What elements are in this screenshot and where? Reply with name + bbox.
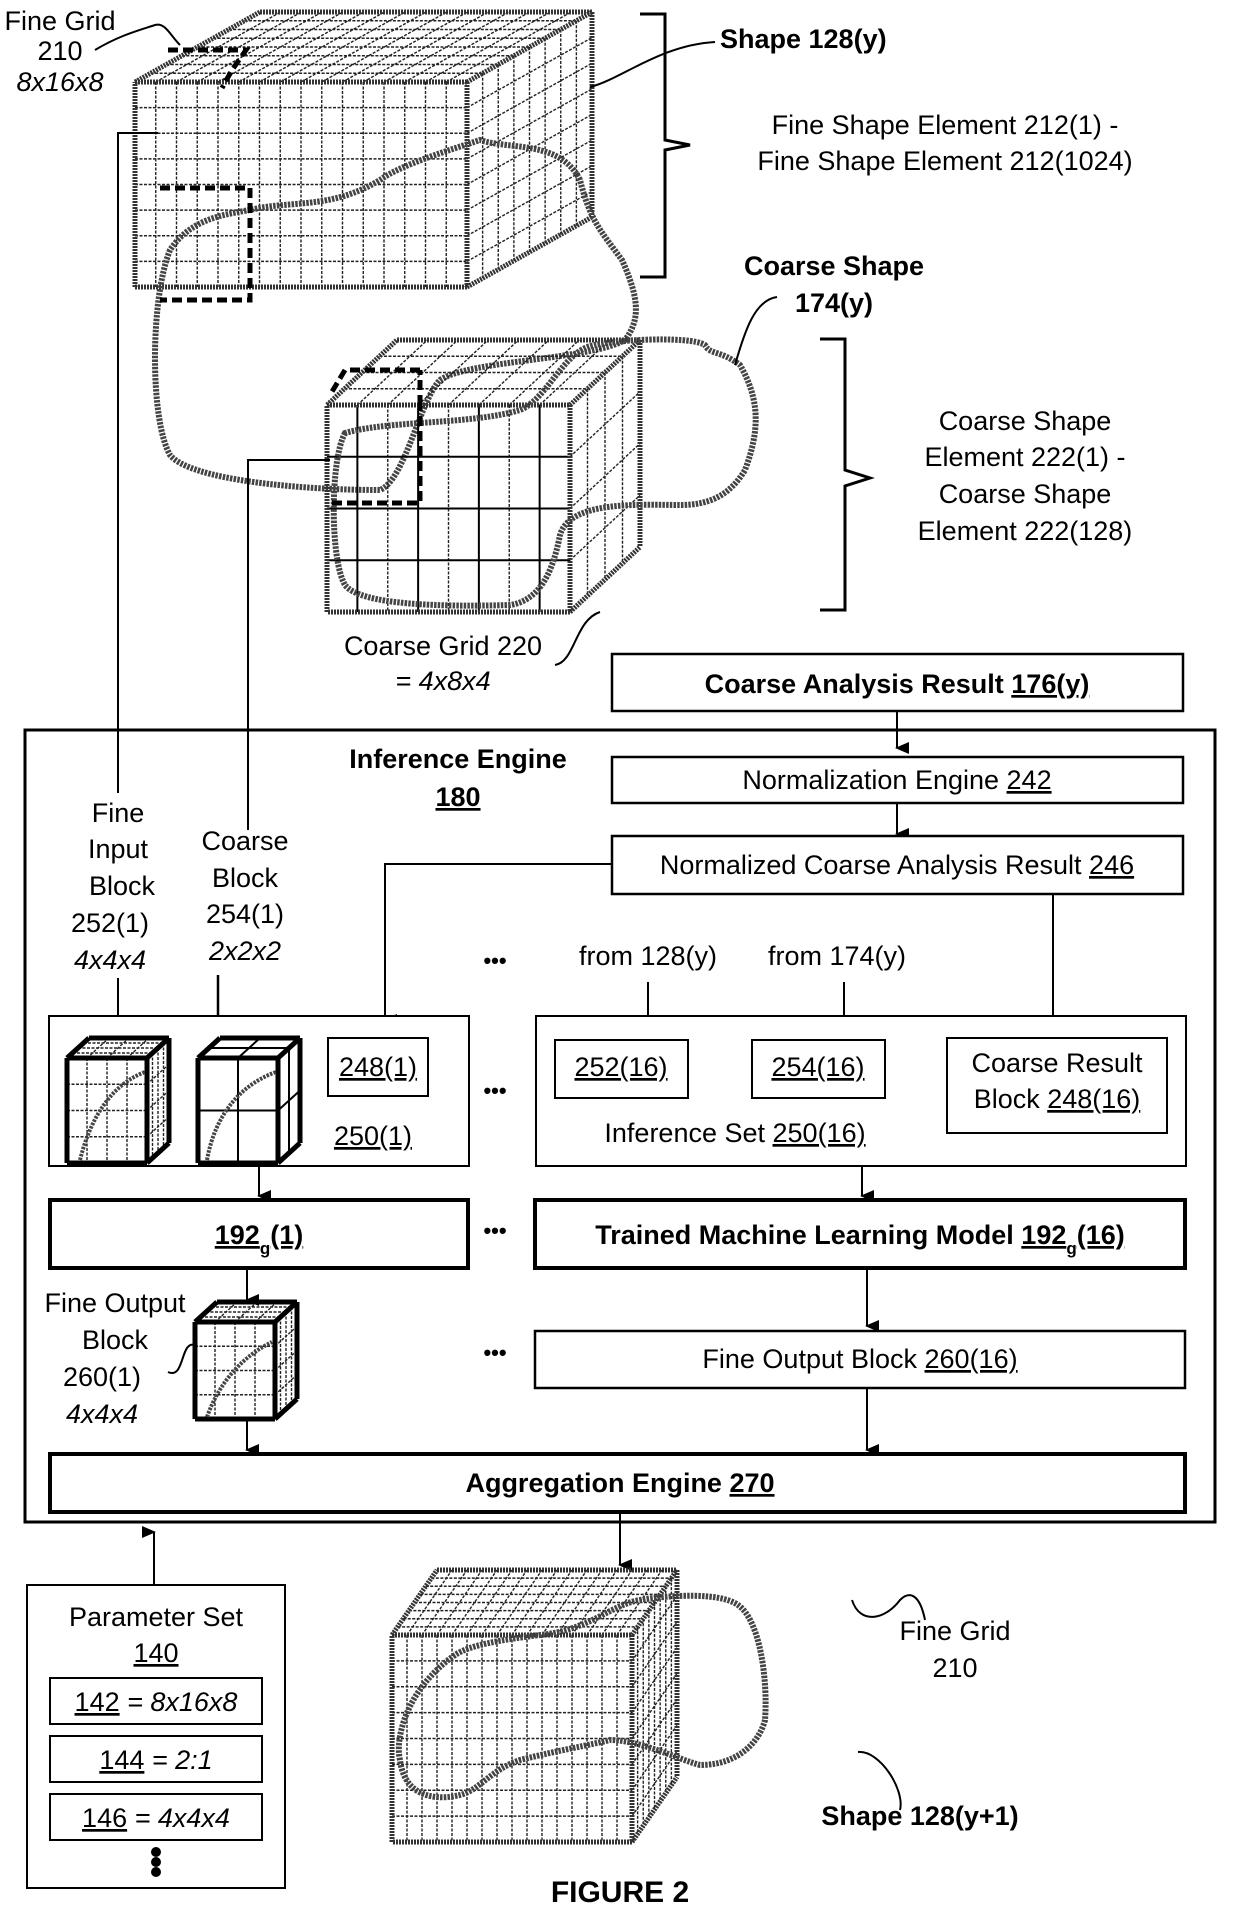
normalized-coarse-result-box: Normalized Coarse Analysis Result 246 [610, 834, 1185, 896]
ellipsis-from: ••• [483, 948, 506, 973]
arrow-normalized-to-248-1 [383, 863, 612, 1026]
ellipsis-sets: ••• [483, 1078, 506, 1103]
grid-line [274, 1325, 298, 1347]
parameter-set-title: Parameter Set [69, 1602, 244, 1632]
shape-128y1-label: Shape 128(y+1) [821, 1801, 1018, 1831]
svg-text:142 = 8x16x8: 142 = 8x16x8 [75, 1687, 238, 1717]
fine-elements-label-1: Fine Shape Element 212(1) - [772, 110, 1119, 140]
box-edge [629, 1775, 680, 1844]
coarse-block-label-2: Block [212, 863, 279, 893]
fine-grid-bottom-label-1: Fine Grid [899, 1616, 1010, 1646]
coarse-elements-label-4: Element 222(128) [918, 516, 1133, 546]
coarse-grid-label-1: Coarse Grid 220 [344, 631, 542, 661]
parameter-set-ref: 140 [133, 1638, 178, 1668]
inference-engine-title: Inference Engine [349, 744, 567, 774]
aggregation-engine-box: Aggregation Engine 270 [48, 1452, 1187, 1514]
coarse-elements-brace [820, 337, 875, 612]
inference-set-250-16-label: Inference Set 250(16) [604, 1118, 865, 1148]
parameter-144: 144 = 2:1 [49, 1735, 263, 1783]
coarse-block-label-3: 254(1) [206, 899, 284, 929]
coarse-result-block-16-line1: Coarse Result [971, 1048, 1143, 1078]
ellipsis-outputs: ••• [483, 1340, 506, 1365]
coarse-result-block-16-line2: Block 248(16) [974, 1084, 1141, 1114]
fine-elements-label-2: Fine Shape Element 212(1024) [757, 146, 1132, 176]
fine-grid-top-dims: 8x16x8 [16, 67, 103, 97]
coarse-shape-callout [734, 296, 778, 366]
fine-grid-bottom: Fine Grid 210 Shape 128(y+1) [389, 1567, 1019, 1845]
from-174y-label: from 174(y) [768, 941, 906, 971]
fine-output-16-label: Fine Output Block 260(16) [702, 1344, 1017, 1374]
figure-2-diagram: Fine Grid 210 8x16x8 Shape 128(y) Fine S… [4, 6, 1217, 1909]
ml-model-16-box: Trained Machine Learning Model 192g(16) [533, 1198, 1187, 1270]
fine-grid-bottom-mesh [389, 1567, 680, 1845]
fine-input-252-16: 252(16) [574, 1052, 667, 1082]
coarse-elements-label-1: Coarse Shape [939, 406, 1112, 436]
parameter-146: 146 = 4x4x4 [49, 1793, 263, 1841]
vertical-ellipsis-dot [151, 1847, 161, 1857]
from-128y-label: from 128(y) [579, 941, 717, 971]
coarse-shape-label-1: Coarse Shape [744, 251, 924, 281]
box-edge [568, 545, 642, 614]
vertical-ellipsis-dot [151, 1867, 161, 1877]
coarse-analysis-result-box: Coarse Analysis Result 176(y) [610, 652, 1185, 713]
fine-grid-top-label-2: 210 [37, 36, 82, 66]
coarse-block-label-1: Coarse [201, 826, 288, 856]
fine-input-label-1: Fine [92, 798, 145, 828]
parameter-142: 142 = 8x16x8 [49, 1677, 263, 1725]
fine-output-block-1-cube [192, 1299, 300, 1422]
inference-engine-ref: 180 [435, 782, 480, 812]
vertical-ellipsis-dot [151, 1857, 161, 1867]
shape-128y1-outline [395, 1592, 769, 1801]
fine-grid-bottom-label-2: 210 [932, 1653, 977, 1683]
parameter-set-box: Parameter Set 140 142 = 8x16x8 144 = 2:1… [26, 1584, 286, 1889]
fine-output-1-label-1: Fine Output [44, 1288, 186, 1318]
aggregation-engine-label: Aggregation Engine 270 [465, 1468, 774, 1498]
fine-grid-top-label-1: Fine Grid [4, 6, 115, 36]
box-edge [193, 1300, 219, 1324]
shape-128y-callout [589, 41, 716, 88]
shape-128y-label: Shape 128(y) [720, 24, 887, 54]
fine-input-label-4: 252(1) [71, 908, 149, 938]
coarse-block-254-16: 254(16) [771, 1052, 864, 1082]
coarse-grid-callout [554, 611, 601, 666]
coarse-elements-label-2: Element 222(1) - [924, 442, 1125, 472]
fine-input-dims: 4x4x4 [74, 945, 146, 975]
fine-output-1-dims: 4x4x4 [66, 1399, 138, 1429]
inference-set-1: 248(1) 250(1) [48, 1015, 470, 1167]
fine-output-16-box: Fine Output Block 260(16) [533, 1329, 1187, 1390]
fine-input-label-3: Block [89, 871, 156, 901]
coarse-elements-label-3: Coarse Shape [939, 479, 1112, 509]
inference-set-250-1-ref: 250(1) [334, 1121, 412, 1151]
fine-elements-brace [640, 12, 691, 279]
coarse-block-dims: 2x2x2 [208, 936, 281, 966]
svg-text:144 = 2:1: 144 = 2:1 [99, 1745, 212, 1775]
coarse-grid: Coarse Shape 174(y) Coarse Shape Element… [324, 251, 1133, 696]
coarse-grid-mesh [324, 337, 643, 615]
fine-grid-to-fine-input-line [117, 132, 158, 793]
shape-curve [205, 1340, 273, 1418]
coarse-result-248-1: 248(1) [339, 1052, 417, 1082]
normalization-engine-box: Normalization Engine 242 [610, 755, 1185, 805]
coarse-shape-label-2: 174(y) [795, 288, 873, 318]
figure-caption: FIGURE 2 [551, 1876, 689, 1909]
coarse-grid-label-2: = 4x8x4 [395, 666, 490, 696]
ml-model-1-box: 192g(1) [48, 1198, 470, 1270]
normalization-engine-label: Normalization Engine 242 [742, 765, 1051, 795]
ellipsis-models: ••• [483, 1218, 506, 1243]
fine-input-label-2: Input [88, 834, 149, 864]
fine-output-1-label-2: Block [82, 1325, 149, 1355]
fine-output-1-label-3: 260(1) [63, 1362, 141, 1392]
inference-set-16: 252(16) 254(16) Coarse Result Block 248(… [535, 1015, 1187, 1167]
fine-output-1-callout [167, 1343, 196, 1375]
shape-128y-outline [152, 136, 639, 494]
svg-text:146 = 4x4x4: 146 = 4x4x4 [82, 1803, 230, 1833]
coarse-analysis-result-label: Coarse Analysis Result 176(y) [705, 669, 1090, 699]
normalized-coarse-result-label: Normalized Coarse Analysis Result 246 [660, 850, 1134, 880]
coarse-grid-to-coarse-block-line [247, 459, 330, 830]
